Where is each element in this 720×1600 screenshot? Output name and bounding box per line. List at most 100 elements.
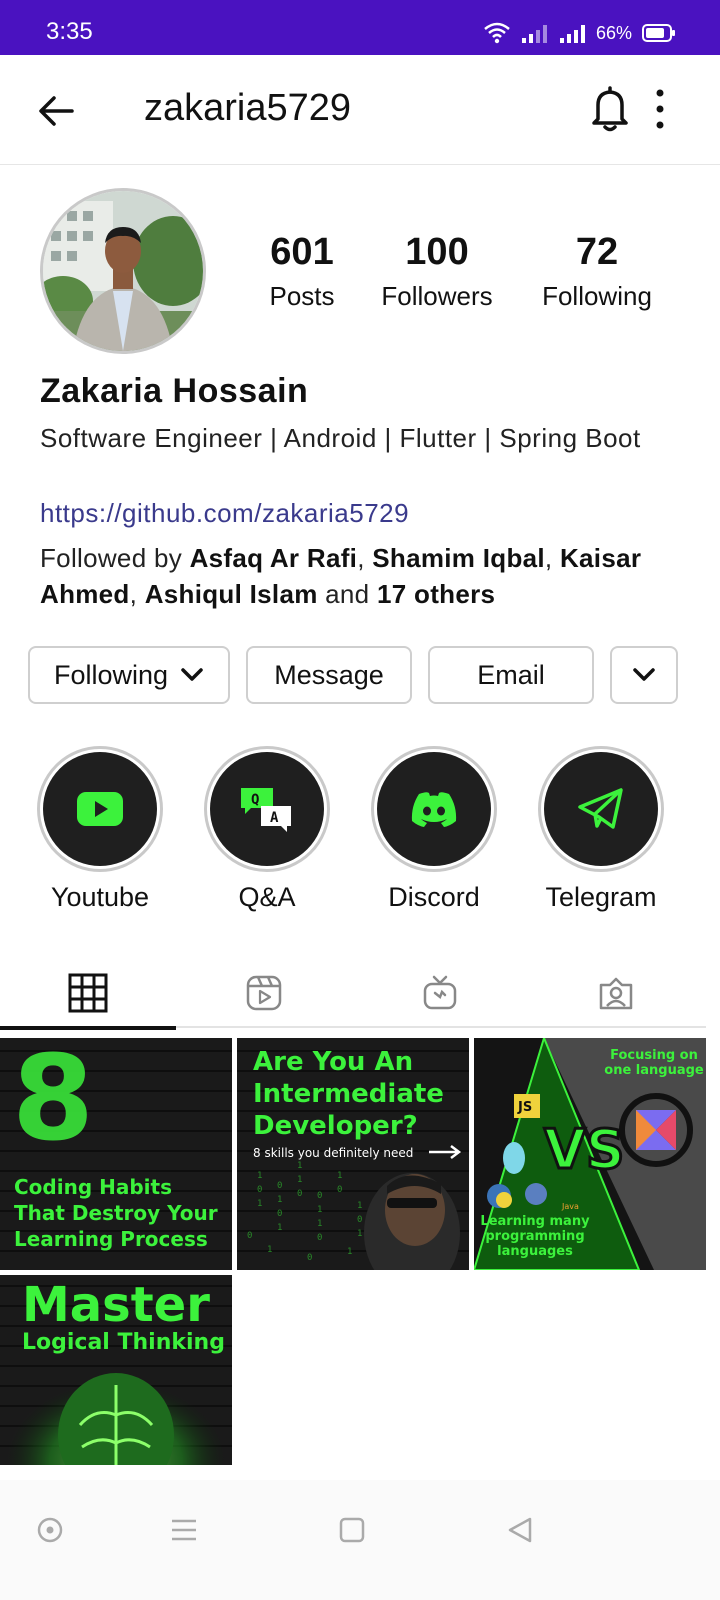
svg-text:0: 0 bbox=[317, 1191, 322, 1201]
svg-text:0: 0 bbox=[297, 1189, 302, 1199]
tab-tagged[interactable] bbox=[528, 958, 704, 1028]
home-button[interactable] bbox=[330, 1508, 374, 1552]
svg-text:1: 1 bbox=[277, 1223, 282, 1233]
email-button[interactable]: Email bbox=[428, 646, 594, 704]
following-button[interactable]: Following bbox=[28, 646, 230, 704]
more-options-button[interactable] bbox=[648, 87, 672, 131]
youtube-icon bbox=[77, 792, 123, 826]
system-navigation-bar bbox=[0, 1480, 720, 1600]
following-button-label: Following bbox=[53, 659, 169, 690]
posts-label: Posts bbox=[269, 281, 335, 311]
profile-bio: Software Engineer | Android | Flutter | … bbox=[40, 423, 641, 453]
post-thumbnail[interactable]: JS Java Focusing on one language VS Lear… bbox=[474, 1038, 706, 1270]
post-title-line: Learning Process bbox=[14, 1227, 208, 1251]
highlight-qa[interactable]: QA Q&A bbox=[204, 746, 330, 913]
grid-icon bbox=[68, 973, 108, 1013]
profile-link[interactable]: https://github.com/zakaria5729 bbox=[40, 498, 409, 529]
reels-icon bbox=[246, 975, 282, 1011]
signal-icon bbox=[559, 25, 585, 43]
back-button[interactable] bbox=[36, 91, 76, 131]
tab-posts-grid[interactable] bbox=[0, 958, 176, 1030]
highlight-label: Discord bbox=[388, 882, 480, 912]
svg-text:1: 1 bbox=[297, 1161, 302, 1171]
svg-text:1: 1 bbox=[347, 1247, 352, 1257]
follower-name: Asfaq Ar Rafi bbox=[189, 543, 358, 573]
menu-button[interactable] bbox=[162, 1508, 206, 1552]
qa-icon: QA bbox=[241, 788, 291, 832]
followed-by-and: and bbox=[317, 579, 377, 609]
svg-text:0: 0 bbox=[257, 1185, 262, 1195]
suggested-accounts-button[interactable] bbox=[610, 646, 678, 704]
svg-text:0: 0 bbox=[307, 1253, 312, 1263]
posts-count[interactable]: 601 Posts bbox=[262, 228, 342, 316]
posts-value: 601 bbox=[270, 231, 334, 273]
svg-text:1: 1 bbox=[317, 1219, 322, 1229]
java-logo: Java bbox=[562, 1202, 579, 1211]
profile-tabs bbox=[0, 958, 706, 1030]
email-button-label: Email bbox=[477, 659, 545, 690]
bell-icon bbox=[592, 86, 628, 132]
signal-icon bbox=[521, 25, 547, 43]
post-title-line: Developer? bbox=[253, 1111, 418, 1141]
tab-igtv[interactable] bbox=[352, 958, 528, 1028]
message-button[interactable]: Message bbox=[246, 646, 412, 704]
following-count[interactable]: 72 Following bbox=[534, 228, 660, 316]
svg-text:1: 1 bbox=[297, 1175, 302, 1185]
post-thumbnail[interactable]: 1010101 1100110 101010101 Are You An Int… bbox=[237, 1038, 469, 1270]
tagged-icon bbox=[599, 977, 633, 1010]
avatar[interactable] bbox=[40, 188, 206, 354]
app-bar: zakaria5729 bbox=[0, 55, 720, 165]
discord-icon bbox=[411, 792, 457, 827]
post-thumbnail[interactable]: 8 Coding Habits That Destroy Your Learni… bbox=[0, 1038, 232, 1270]
highlight-cover bbox=[43, 752, 157, 866]
circle-dot-icon bbox=[37, 1517, 63, 1543]
js-logo: JS bbox=[518, 1100, 533, 1115]
svg-text:1: 1 bbox=[317, 1205, 322, 1215]
chevron-down-icon bbox=[181, 668, 203, 681]
post-title: Coding Habits That Destroy Your Learning… bbox=[14, 1174, 218, 1252]
post-title-line: Intermediate bbox=[253, 1079, 444, 1109]
battery-icon bbox=[642, 24, 675, 42]
highlight-discord[interactable]: Discord bbox=[371, 746, 497, 913]
more-vertical-icon bbox=[656, 89, 664, 129]
followers-label: Followers bbox=[381, 281, 493, 311]
followers-count[interactable]: 100 Followers bbox=[374, 228, 500, 316]
arrow-right-icon bbox=[429, 1145, 462, 1159]
back-nav-button[interactable] bbox=[498, 1508, 542, 1552]
wifi-icon bbox=[484, 22, 510, 44]
menu-icon bbox=[172, 1519, 196, 1541]
following-value: 72 bbox=[575, 231, 619, 273]
followed-by-prefix: Followed by bbox=[40, 543, 190, 573]
svg-text:0: 0 bbox=[317, 1233, 322, 1243]
followed-by[interactable]: Followed by Asfaq Ar Rafi, Shamim Iqbal,… bbox=[40, 540, 680, 612]
svg-text:Q: Q bbox=[251, 792, 259, 808]
svg-text:0: 0 bbox=[337, 1185, 342, 1195]
highlight-youtube[interactable]: Youtube bbox=[37, 746, 163, 913]
post-vs: VS bbox=[543, 1118, 627, 1181]
assistant-button[interactable] bbox=[28, 1508, 72, 1552]
post-title-line: Are You An bbox=[253, 1047, 414, 1077]
highlight-label: Telegram bbox=[545, 882, 657, 912]
message-button-label: Message bbox=[274, 659, 384, 690]
svg-text:0: 0 bbox=[277, 1181, 282, 1191]
igtv-icon bbox=[423, 975, 457, 1010]
svg-text:1: 1 bbox=[357, 1229, 362, 1239]
followed-by-others: 17 others bbox=[376, 579, 496, 609]
post-subtitle: Logical Thinking bbox=[22, 1330, 225, 1355]
post-title: Are You An Intermediate Developer? bbox=[253, 1046, 444, 1142]
svg-text:A: A bbox=[270, 810, 279, 826]
arrow-left-icon bbox=[39, 96, 74, 126]
chevron-down-icon bbox=[633, 668, 655, 681]
highlight-cover bbox=[544, 752, 658, 866]
post-title-line: That Destroy Your bbox=[14, 1201, 218, 1225]
tab-reels[interactable] bbox=[176, 958, 352, 1028]
follower-name: Ashiqul Islam bbox=[144, 579, 318, 609]
battery-percent: 66% bbox=[595, 22, 632, 43]
svg-text:1: 1 bbox=[257, 1199, 262, 1209]
follower-name: Shamim Iqbal bbox=[372, 543, 545, 573]
svg-text:0: 0 bbox=[357, 1215, 362, 1225]
notifications-button[interactable] bbox=[590, 85, 630, 133]
post-thumbnail[interactable]: Master Logical Thinking bbox=[0, 1275, 232, 1465]
highlight-telegram[interactable]: Telegram bbox=[538, 746, 664, 913]
status-icons: 66% bbox=[484, 20, 676, 46]
